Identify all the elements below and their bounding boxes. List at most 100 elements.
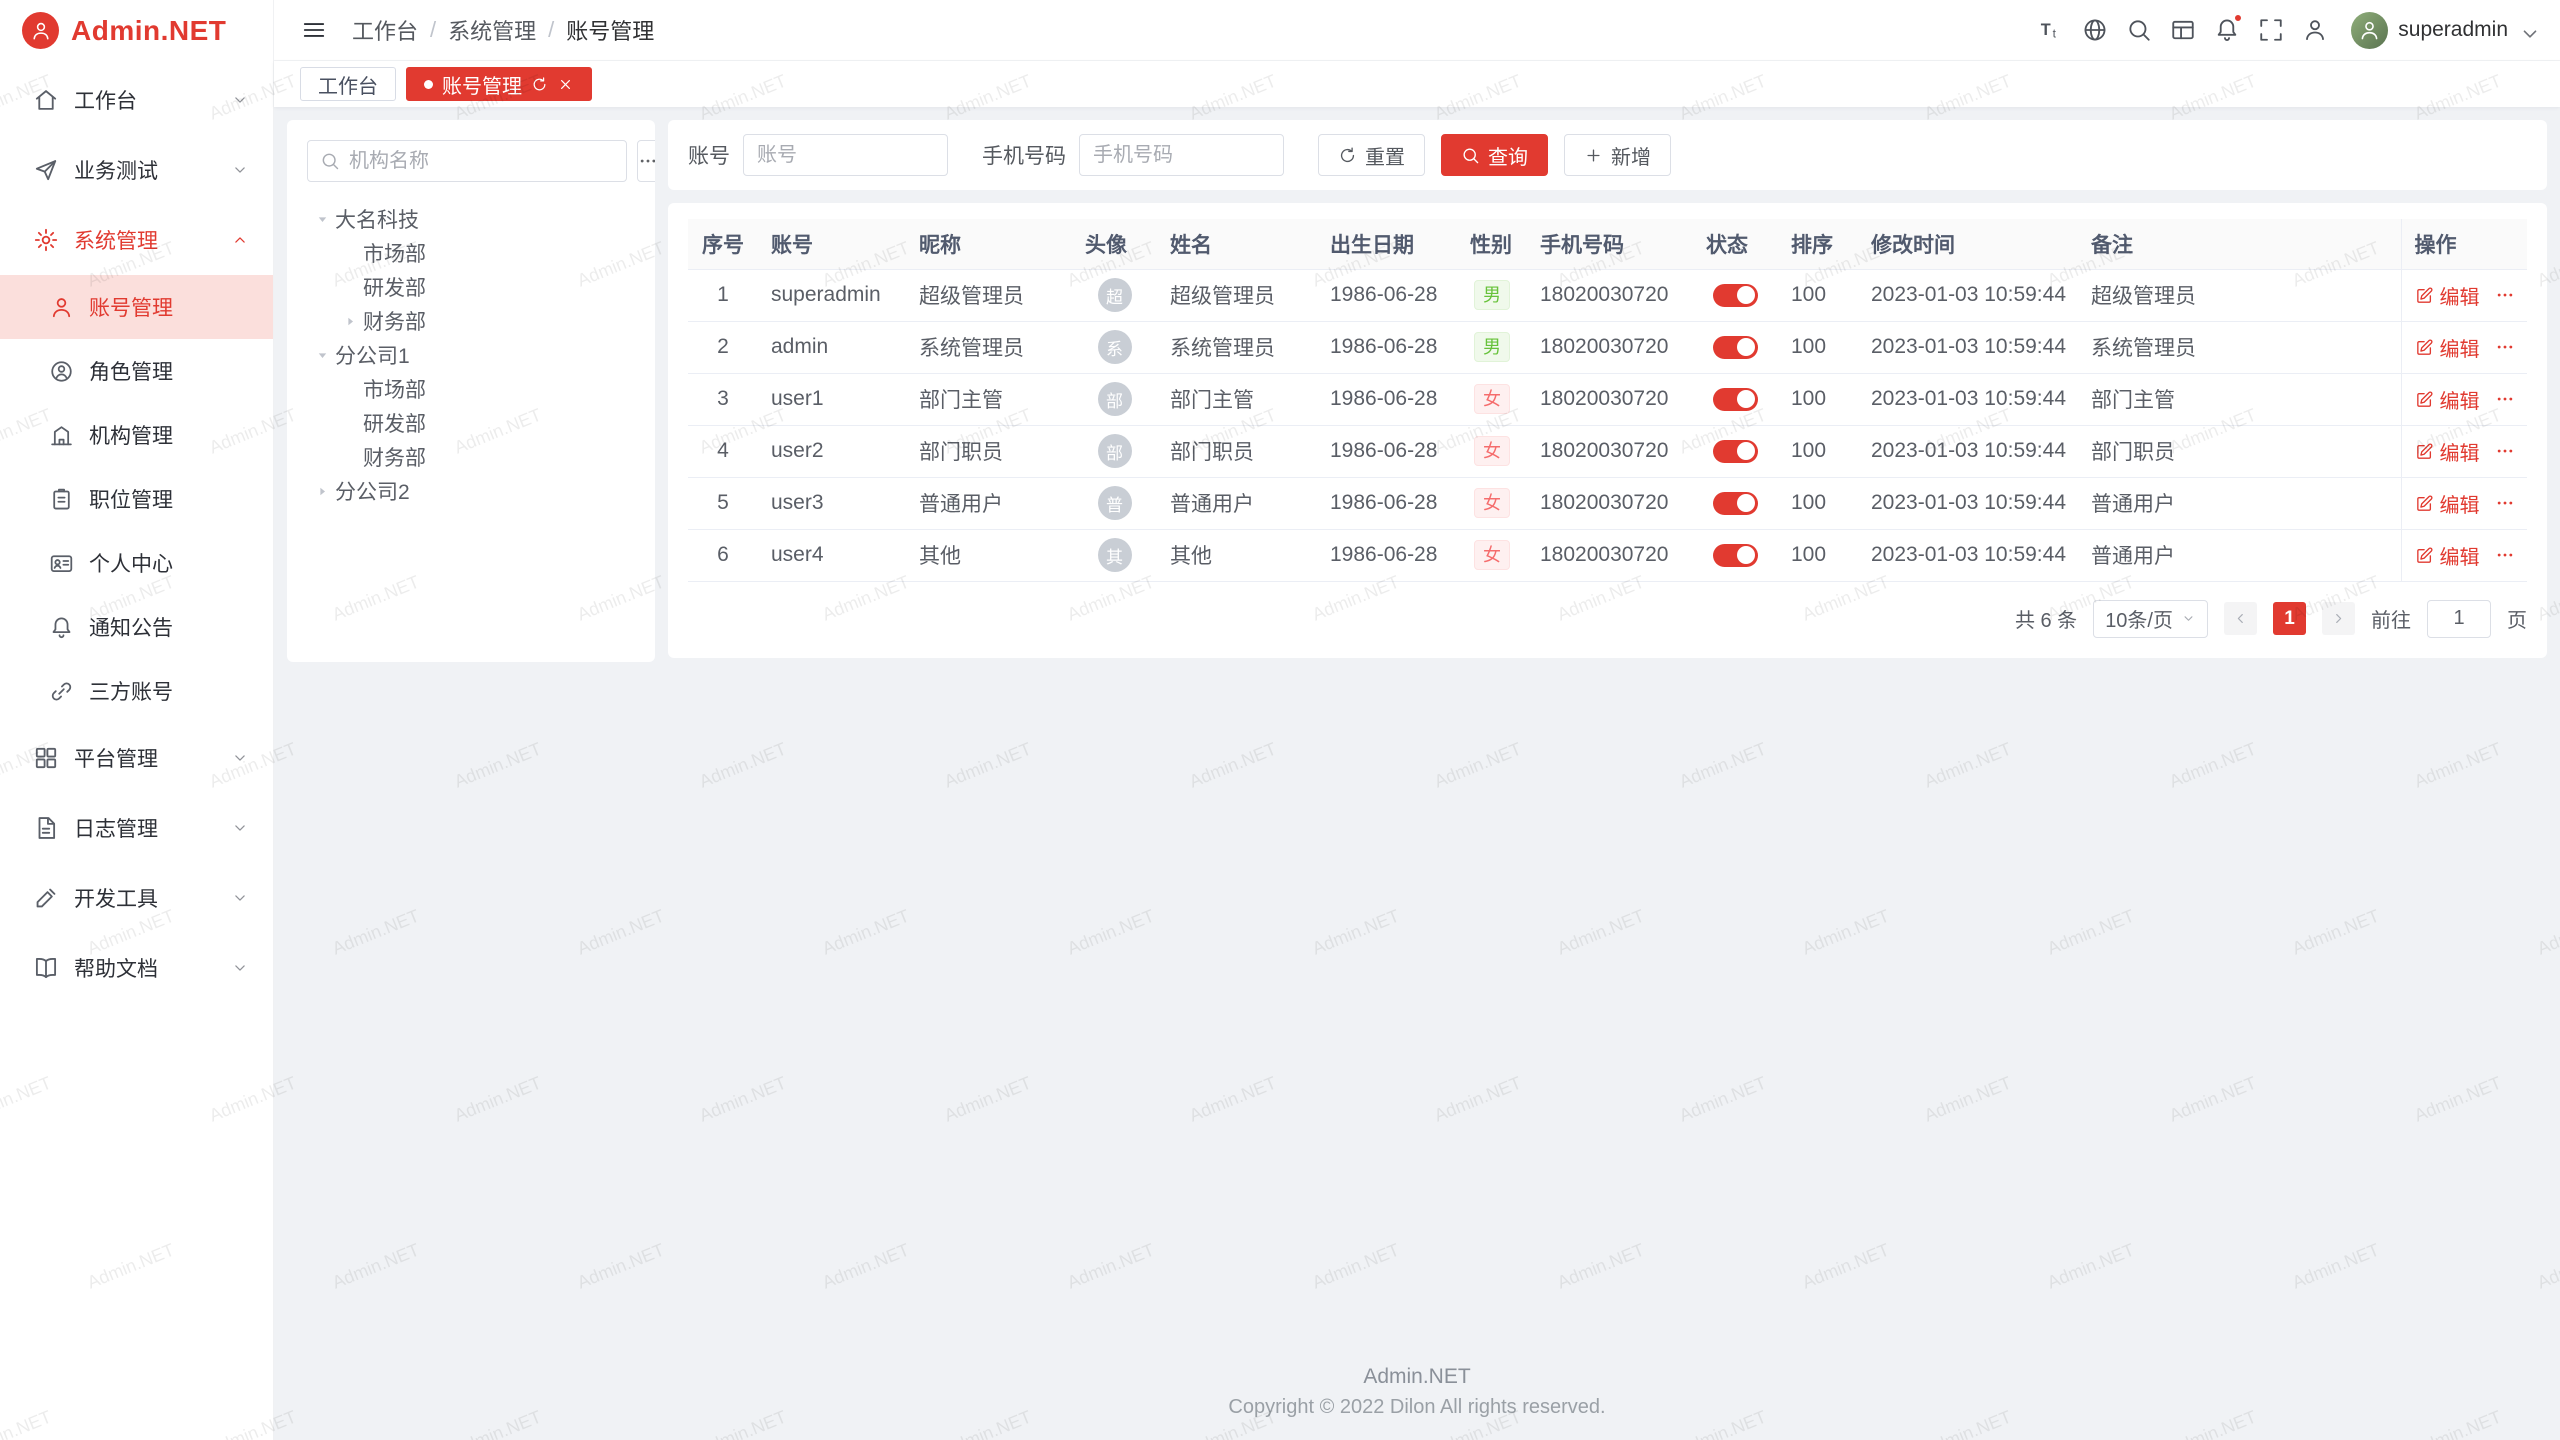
tree-node[interactable]: 大名科技	[307, 202, 635, 236]
page-1-button[interactable]: 1	[2273, 602, 2306, 635]
status-toggle[interactable]	[1713, 388, 1758, 411]
phone-input[interactable]	[1079, 134, 1284, 176]
page-size-select[interactable]: 10条/页	[2093, 600, 2208, 638]
sidebar-item[interactable]: 帮助文档	[0, 933, 273, 1003]
cell-index: 3	[688, 373, 758, 425]
tree-node[interactable]: 研发部	[307, 406, 635, 440]
tree-collapse-button[interactable]	[309, 210, 335, 229]
person-button[interactable]	[2293, 8, 2337, 52]
breadcrumb: 工作台/系统管理/账号管理	[352, 14, 654, 46]
sidebar-item[interactable]: 业务测试	[0, 135, 273, 205]
more-actions-button[interactable]	[2495, 545, 2515, 565]
tree-node-label: 分公司1	[335, 340, 410, 370]
sidebar-item[interactable]: 开发工具	[0, 863, 273, 933]
tab[interactable]: 账号管理	[406, 67, 592, 101]
status-toggle[interactable]	[1713, 284, 1758, 307]
breadcrumb-item[interactable]: 工作台	[352, 14, 418, 46]
edit-button[interactable]: 编辑	[2415, 333, 2480, 362]
sidebar-subitem[interactable]: 个人中心	[0, 531, 273, 595]
tree-node-label: 研发部	[363, 272, 426, 302]
sidebar-subitem[interactable]: 通知公告	[0, 595, 273, 659]
cell-name: 超级管理员	[1157, 269, 1317, 321]
search-button[interactable]	[2117, 8, 2161, 52]
test-icon	[33, 157, 59, 183]
bell-icon	[49, 615, 74, 640]
more-actions-button[interactable]	[2495, 441, 2515, 461]
font-size-button[interactable]: Tt	[2029, 8, 2073, 52]
tree-node[interactable]: 市场部	[307, 236, 635, 270]
tab-close-button[interactable]	[557, 76, 574, 93]
edit-button[interactable]: 编辑	[2415, 437, 2480, 466]
sidebar-subitem[interactable]: 三方账号	[0, 659, 273, 723]
cell-account: superadmin	[758, 269, 906, 321]
status-toggle[interactable]	[1713, 440, 1758, 463]
sidebar-item[interactable]: 工作台	[0, 65, 273, 135]
sidebar-subitem[interactable]: 账号管理	[0, 275, 273, 339]
prev-page-button[interactable]	[2224, 602, 2257, 635]
tab[interactable]: 工作台	[300, 67, 396, 101]
status-toggle[interactable]	[1713, 336, 1758, 359]
cell-phone: 18020030720	[1527, 425, 1693, 477]
breadcrumb-item[interactable]: 账号管理	[566, 14, 654, 46]
tree-more-button[interactable]	[637, 140, 655, 182]
goto-page-input[interactable]	[2427, 600, 2491, 638]
search-icon	[1461, 146, 1480, 165]
sidebar-subitem[interactable]: 职位管理	[0, 467, 273, 531]
tree-node[interactable]: 分公司1	[307, 338, 635, 372]
cell-remark: 部门职员	[2078, 425, 2401, 477]
more-actions-button[interactable]	[2495, 493, 2515, 513]
logo-text: Admin.NET	[71, 15, 226, 47]
row-avatar: 部	[1098, 434, 1132, 468]
sidebar-item[interactable]: 日志管理	[0, 793, 273, 863]
sidebar-subitem[interactable]: 机构管理	[0, 403, 273, 467]
sidebar-item[interactable]: 系统管理	[0, 205, 273, 275]
org-search-input[interactable]	[349, 150, 614, 173]
more-actions-button[interactable]	[2495, 389, 2515, 409]
tree-node[interactable]: 财务部	[307, 440, 635, 474]
search-button[interactable]: 查询	[1441, 134, 1548, 176]
tree-collapse-button[interactable]	[309, 346, 335, 365]
cell-account: user3	[758, 477, 906, 529]
logo[interactable]: Admin.NET	[0, 0, 273, 61]
add-button[interactable]: 新增	[1564, 134, 1671, 176]
cell-remark: 超级管理员	[2078, 269, 2401, 321]
next-page-button[interactable]	[2322, 602, 2355, 635]
sidebar-item-label: 系统管理	[74, 225, 158, 255]
sidebar-item[interactable]: 平台管理	[0, 723, 273, 793]
cell-sort: 100	[1778, 477, 1858, 529]
tab-refresh-button[interactable]	[531, 76, 548, 93]
hamburger-button[interactable]	[298, 14, 330, 46]
globe-button[interactable]	[2073, 8, 2117, 52]
tree-node[interactable]: 市场部	[307, 372, 635, 406]
cell-name: 部门主管	[1157, 373, 1317, 425]
cell-modify-time: 2023-01-03 10:59:44	[1858, 321, 2078, 373]
dots-icon	[2495, 545, 2515, 565]
tree-expand-button[interactable]	[309, 482, 335, 501]
chevron-down-icon	[2181, 611, 2196, 626]
reset-button[interactable]: 重置	[1318, 134, 1425, 176]
tree-expand-button[interactable]	[337, 312, 363, 331]
status-toggle[interactable]	[1713, 492, 1758, 515]
user-menu[interactable]: superadmin	[2351, 12, 2534, 49]
account-input[interactable]	[743, 134, 948, 176]
edit-button[interactable]: 编辑	[2415, 281, 2480, 310]
sidebar-subitem[interactable]: 角色管理	[0, 339, 273, 403]
tree-node[interactable]: 分公司2	[307, 474, 635, 508]
edit-button[interactable]: 编辑	[2415, 541, 2480, 570]
breadcrumb-item[interactable]: 系统管理	[448, 14, 536, 46]
edit-button[interactable]: 编辑	[2415, 489, 2480, 518]
fullscreen-button[interactable]	[2249, 8, 2293, 52]
edit-button[interactable]: 编辑	[2415, 385, 2480, 414]
layout-button[interactable]	[2161, 8, 2205, 52]
status-toggle[interactable]	[1713, 544, 1758, 567]
cell-index: 4	[688, 425, 758, 477]
tree-node[interactable]: 研发部	[307, 270, 635, 304]
bell-button[interactable]	[2205, 8, 2249, 52]
cell-sort: 100	[1778, 321, 1858, 373]
edit-button-label: 编辑	[2440, 281, 2480, 310]
more-actions-button[interactable]	[2495, 285, 2515, 305]
platform-icon	[33, 745, 59, 771]
column-header: 头像	[1072, 219, 1157, 269]
tree-node[interactable]: 财务部	[307, 304, 635, 338]
more-actions-button[interactable]	[2495, 337, 2515, 357]
